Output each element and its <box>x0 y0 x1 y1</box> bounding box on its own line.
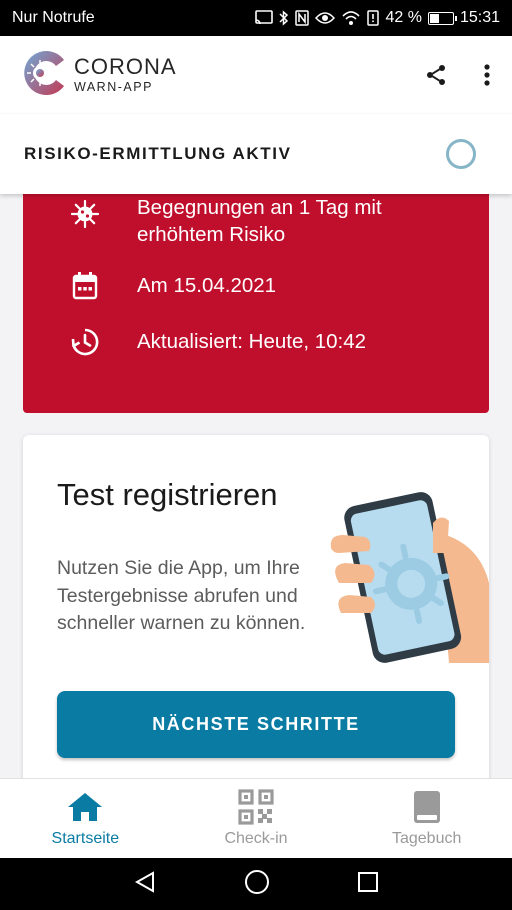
nav-label-check-in: Check-in <box>224 829 288 847</box>
risk-status-title: RISIKO-ERMITTLUNG AKTIV <box>24 144 292 163</box>
risk-updated-text: Aktualisiert: Heute, 10:42 <box>137 330 367 353</box>
next-steps-button[interactable]: NÄCHSTE SCHRITTE <box>57 691 455 758</box>
phone-in-hand-illustration <box>329 473 489 663</box>
home-icon <box>67 790 103 824</box>
risk-status-bar: RISIKO-ERMITTLUNG AKTIV <box>0 114 512 194</box>
test-card-title: Test registrieren <box>57 477 278 512</box>
home-circle-icon <box>244 869 269 894</box>
bluetooth-icon <box>279 10 289 26</box>
logo-subtitle: WARN-APP <box>74 80 153 95</box>
nav-item-check-in[interactable]: Check-in <box>171 779 342 858</box>
corona-logo-icon <box>22 48 66 103</box>
status-ring-icon <box>446 139 476 169</box>
nav-item-tagebuch[interactable]: Tagebuch <box>341 779 512 858</box>
app-header: CORONA WARN-APP <box>0 36 512 114</box>
calendar-icon <box>69 270 101 302</box>
risk-encounters-text: Begegnungen an 1 Tag mit erhöhtem Risiko <box>137 196 382 246</box>
clock-time: 15:31 <box>459 9 500 26</box>
nfc-icon <box>295 10 310 26</box>
more-options-button[interactable] <box>484 63 490 87</box>
qr-code-icon <box>238 788 274 825</box>
diary-book-icon <box>413 790 441 824</box>
status-icons: 42 % 15:31 <box>255 9 500 27</box>
test-register-card[interactable]: Test registrieren Nutzen Sie die App, um… <box>23 435 489 778</box>
back-triangle-icon <box>135 870 155 893</box>
app-logo: CORONA WARN-APP <box>22 48 177 103</box>
update-clock-icon <box>69 326 101 358</box>
recents-square-icon <box>357 871 378 892</box>
nav-label-tagebuch: Tagebuch <box>391 829 462 847</box>
home-button[interactable] <box>244 869 270 900</box>
carrier-text: Nur Notrufe <box>12 9 95 26</box>
wifi-icon <box>341 10 361 26</box>
back-button[interactable] <box>133 870 157 899</box>
battery-percent: 42 % <box>385 9 422 26</box>
share-icon <box>427 65 445 85</box>
logo-title: CORONA <box>74 54 177 80</box>
nav-item-startseite[interactable]: Startseite <box>0 779 171 858</box>
virus-icon <box>69 198 101 230</box>
test-card-body: Nutzen Sie die App, um Ihre Testergebnis… <box>57 557 306 634</box>
nav-label-startseite: Startseite <box>51 829 120 847</box>
bottom-navigation: Startseite Check-in Tagebuch <box>0 778 512 858</box>
system-status-bar: Nur Notrufe 42 % 15:31 <box>0 0 512 36</box>
risk-date-text: Am 15.04.2021 <box>137 274 277 297</box>
alert-sim-icon <box>367 10 380 26</box>
main-scroll[interactable]: Begegnungen an 1 Tag mit erhöhtem Risiko… <box>0 194 512 778</box>
android-navigation-bar <box>0 858 512 910</box>
cast-icon <box>255 10 274 26</box>
more-vert-icon <box>484 64 490 86</box>
share-button[interactable] <box>424 63 448 87</box>
eye-icon <box>315 11 336 25</box>
risk-card[interactable]: Begegnungen an 1 Tag mit erhöhtem Risiko… <box>23 194 489 413</box>
battery-icon <box>427 11 457 25</box>
recents-button[interactable] <box>357 871 379 898</box>
